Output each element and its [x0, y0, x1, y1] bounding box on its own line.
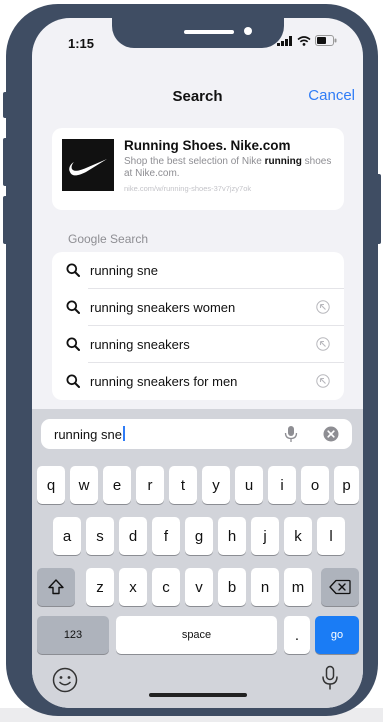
emoji-icon[interactable]: [52, 667, 78, 693]
search-icon: [66, 374, 80, 388]
suggestion-label: running sne: [90, 263, 158, 278]
section-label: Google Search: [68, 232, 149, 246]
search-input-value: running sne: [54, 426, 125, 442]
key-c[interactable]: c: [152, 568, 180, 606]
card-title: Running Shoes. Nike.com: [124, 138, 291, 153]
suggestion-row[interactable]: running sneakers: [52, 326, 344, 363]
suggestion-label: running sneakers: [90, 337, 190, 352]
key-v[interactable]: v: [185, 568, 213, 606]
search-icon: [66, 300, 80, 314]
go-key[interactable]: go: [315, 616, 359, 654]
keyboard: running sne q w e r t y u i o p a s d f …: [32, 409, 363, 708]
suggestion-row[interactable]: running sneakers women: [52, 289, 344, 326]
suggestion-row[interactable]: running sne: [52, 252, 344, 289]
key-j[interactable]: j: [251, 517, 279, 555]
key-m[interactable]: m: [284, 568, 312, 606]
fill-search-arrow-icon[interactable]: [316, 337, 330, 351]
keyboard-bottom-bar: [32, 653, 363, 708]
search-icon: [66, 337, 80, 351]
signal-icon: [277, 35, 292, 46]
microphone-icon[interactable]: [321, 665, 339, 691]
suggestion-row[interactable]: running sneakers for men: [52, 363, 344, 400]
fill-search-arrow-icon[interactable]: [316, 300, 330, 314]
search-suggestion-list: running sne running sneakers women runni…: [52, 252, 344, 400]
key-a[interactable]: a: [53, 517, 81, 555]
phone-frame: 1:15 Search Cancel Running Shoes. Nike.c…: [3, 4, 381, 716]
wifi-icon: [297, 35, 311, 46]
volume-up-button: [3, 138, 8, 186]
speaker-grille: [184, 30, 234, 34]
dictation-icon[interactable]: [284, 425, 298, 443]
volume-down-button: [3, 196, 8, 244]
clear-text-icon[interactable]: [323, 426, 339, 442]
search-icon: [66, 263, 80, 277]
shift-icon: [48, 579, 64, 595]
phone-screen: 1:15 Search Cancel Running Shoes. Nike.c…: [32, 18, 363, 708]
key-x[interactable]: x: [119, 568, 147, 606]
backspace-key[interactable]: [321, 568, 359, 606]
mute-switch: [3, 92, 8, 118]
backspace-icon: [329, 579, 351, 595]
front-camera: [244, 27, 252, 35]
shift-key[interactable]: [37, 568, 75, 606]
key-n[interactable]: n: [251, 568, 279, 606]
power-button: [376, 174, 381, 244]
period-key[interactable]: .: [284, 616, 310, 654]
card-description: Shop the best selection of Nike running …: [124, 156, 332, 179]
nike-swoosh-icon: [69, 159, 107, 176]
key-o[interactable]: o: [301, 466, 329, 504]
home-indicator[interactable]: [149, 693, 247, 697]
key-h[interactable]: h: [218, 517, 246, 555]
key-s[interactable]: s: [86, 517, 114, 555]
key-l[interactable]: l: [317, 517, 345, 555]
key-y[interactable]: y: [202, 466, 230, 504]
card-url: nike.com/w/running-shoes-37v7jzy7ok: [124, 184, 252, 193]
key-p[interactable]: p: [334, 466, 359, 504]
status-time: 1:15: [68, 36, 95, 51]
numbers-key[interactable]: 123: [37, 616, 109, 654]
cancel-button[interactable]: Cancel: [308, 87, 355, 104]
key-w[interactable]: w: [70, 466, 98, 504]
key-r[interactable]: r: [136, 466, 164, 504]
key-z[interactable]: z: [86, 568, 114, 606]
battery-icon: [315, 35, 337, 46]
key-q[interactable]: q: [37, 466, 65, 504]
status-icons: [277, 35, 337, 46]
key-u[interactable]: u: [235, 466, 263, 504]
suggested-site-card[interactable]: Running Shoes. Nike.com Shop the best se…: [52, 128, 344, 210]
key-g[interactable]: g: [185, 517, 213, 555]
fill-search-arrow-icon[interactable]: [316, 374, 330, 388]
key-k[interactable]: k: [284, 517, 312, 555]
key-d[interactable]: d: [119, 517, 147, 555]
search-input[interactable]: running sne: [41, 419, 352, 449]
suggestion-label: running sneakers for men: [90, 374, 238, 389]
key-i[interactable]: i: [268, 466, 296, 504]
key-b[interactable]: b: [218, 568, 246, 606]
key-e[interactable]: e: [103, 466, 131, 504]
key-t[interactable]: t: [169, 466, 197, 504]
nike-logo: [62, 139, 114, 191]
space-key[interactable]: space: [116, 616, 277, 654]
suggestion-label: running sneakers women: [90, 300, 236, 315]
key-f[interactable]: f: [152, 517, 180, 555]
text-caret: [122, 426, 125, 441]
